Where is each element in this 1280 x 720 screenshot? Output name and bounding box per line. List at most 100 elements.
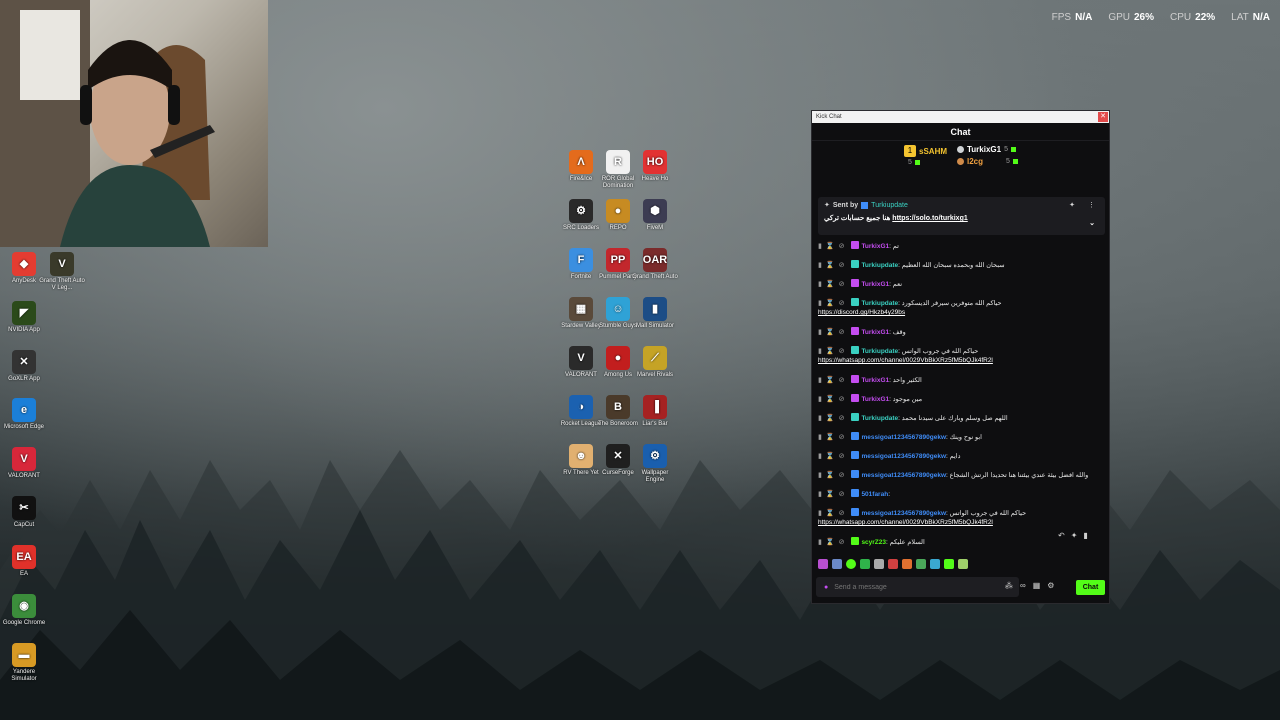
infinity-icon[interactable]: ∞ xyxy=(1020,581,1026,590)
chat-username[interactable]: Turkiupdate xyxy=(861,348,898,355)
desktop-icon[interactable]: EA EA xyxy=(1,545,47,578)
desktop-icon-label: FiveM xyxy=(646,225,664,231)
chat-username[interactable]: TurkixG1 xyxy=(861,281,889,288)
desktop-icon[interactable]: ⟋ Marvel Rivals xyxy=(632,346,678,379)
mod-tools-icon[interactable]: ▮⌛⊘ xyxy=(818,538,848,547)
delete-icon[interactable]: ▮ xyxy=(1083,531,1087,540)
emote[interactable] xyxy=(888,559,898,569)
emote[interactable] xyxy=(916,559,926,569)
close-icon[interactable]: ✕ xyxy=(1098,112,1108,122)
chat-message[interactable]: ▮⌛⊘ TurkixG1: الكثير واحد xyxy=(818,375,1105,385)
chat-username[interactable]: scyrZ23 xyxy=(861,539,886,546)
chat-message[interactable]: ▮⌛⊘ messigoat1234567890gekw: حياكم الله ف… xyxy=(818,508,1105,527)
emote[interactable] xyxy=(832,559,842,569)
pin-toggle-icon[interactable]: ✦ xyxy=(1069,201,1075,209)
desktop-icon[interactable]: ✕ GoXLR App xyxy=(1,350,47,383)
desktop-icon[interactable]: ▮ Mall Simulator xyxy=(632,297,678,330)
emote[interactable] xyxy=(902,559,912,569)
mod-tools-icon[interactable]: ▮⌛⊘ xyxy=(818,414,848,423)
chat-username[interactable]: TurkixG1 xyxy=(861,329,889,336)
chat-message[interactable]: ▮⌛⊘ 501farah: xyxy=(818,489,1105,499)
chat-message[interactable]: ▮⌛⊘ TurkixG1: مين موجود xyxy=(818,394,1105,404)
mod-tools-icon[interactable]: ▮⌛⊘ xyxy=(818,509,848,518)
desktop-icon[interactable]: ⬢ FiveM xyxy=(632,199,678,232)
desktop-icon[interactable]: ▐ Liar's Bar xyxy=(632,395,678,428)
mod-tools-icon[interactable]: ▮⌛⊘ xyxy=(818,261,848,270)
pinned-user[interactable]: Turkiupdate xyxy=(871,202,908,209)
emote[interactable] xyxy=(860,559,870,569)
pin-message-icon[interactable]: ✦ xyxy=(1071,531,1078,540)
chat-link[interactable]: https://whatsapp.com/channel/0029VbBkXRz… xyxy=(818,518,1105,527)
message-input[interactable] xyxy=(834,583,998,591)
mod-tools-icon[interactable]: ▮⌛⊘ xyxy=(818,471,848,480)
mod-tools-icon[interactable]: ▮⌛⊘ xyxy=(818,299,848,308)
mod-tools-icon[interactable]: ▮⌛⊘ xyxy=(818,347,848,356)
desktop-icon[interactable]: ✂ CapCut xyxy=(1,496,47,529)
emote[interactable] xyxy=(874,559,884,569)
leaderboard-first[interactable]: 1 sSAHM xyxy=(904,145,947,157)
desktop-icon[interactable]: ◉ Google Chrome xyxy=(1,594,47,627)
chat-message[interactable]: ▮⌛⊘ Turkiupdate: حياكم الله في جروب الوات… xyxy=(818,346,1105,365)
chat-username[interactable]: messigoat1234567890gekw xyxy=(861,434,946,441)
chat-messages[interactable]: ▮⌛⊘ TurkixG1: تم ▮⌛⊘ Turkiupdate: سبحان الل… xyxy=(818,241,1105,551)
mod-tools-icon[interactable]: ▮⌛⊘ xyxy=(818,376,848,385)
mod-tools-icon[interactable]: ▮⌛⊘ xyxy=(818,452,848,461)
chat-username[interactable]: Turkiupdate xyxy=(861,415,898,422)
emote[interactable] xyxy=(846,559,856,569)
chat-username[interactable]: TurkixG1 xyxy=(861,243,889,250)
emote[interactable] xyxy=(944,559,954,569)
more-options-icon[interactable]: ⋮ xyxy=(1088,201,1095,209)
desktop-icon[interactable]: e Microsoft Edge xyxy=(1,398,47,431)
chat-message[interactable]: ▮⌛⊘ messigoat1234567890gekw: دايم xyxy=(818,451,1105,461)
chat-username[interactable]: messigoat1234567890gekw xyxy=(861,453,946,460)
chat-message[interactable]: ▮⌛⊘ messigoat1234567890gekw: ابو نوح وينك xyxy=(818,432,1105,442)
mod-tools-icon[interactable]: ▮⌛⊘ xyxy=(818,280,848,289)
chat-username[interactable]: messigoat1234567890gekw xyxy=(861,472,946,479)
chat-username[interactable]: TurkixG1 xyxy=(861,377,889,384)
gift-icon xyxy=(1011,147,1016,152)
chat-username[interactable]: Turkiupdate xyxy=(861,300,898,307)
leaderboard-second[interactable]: TurkixG1 5 xyxy=(957,145,1016,154)
chat-username[interactable]: TurkixG1 xyxy=(861,396,889,403)
chat-username[interactable]: messigoat1234567890gekw xyxy=(861,510,946,517)
reply-icon[interactable]: ↶ xyxy=(1058,531,1065,540)
emote[interactable] xyxy=(958,559,968,569)
desktop-icon[interactable]: OAR Grand Theft Auto xyxy=(632,248,678,281)
chat-message[interactable]: ▮⌛⊘ TurkixG1: نعم xyxy=(818,279,1105,289)
leaderboard-third[interactable]: l2cg 5 xyxy=(957,157,1018,166)
mod-tools-icon[interactable]: ▮⌛⊘ xyxy=(818,395,848,404)
chat-username[interactable]: 501farah xyxy=(861,491,888,498)
chat-link[interactable]: https://whatsapp.com/channel/0029VbBkXRz… xyxy=(818,356,1105,365)
chat-message[interactable]: ▮⌛⊘ Turkiupdate: حياكم الله متوفرين سيرفر… xyxy=(818,298,1105,317)
user-badge-icon xyxy=(851,279,860,287)
pinned-link[interactable]: https://solo.to/turkixg1 xyxy=(892,215,967,222)
send-chat-button[interactable]: Chat xyxy=(1076,580,1105,595)
chat-message[interactable]: ▮⌛⊘ TurkixG1: وقف xyxy=(818,327,1105,337)
chat-message[interactable]: ▮⌛⊘ messigoat1234567890gekw: والله افضل ب… xyxy=(818,470,1105,480)
chat-username[interactable]: Turkiupdate xyxy=(861,262,898,269)
desktop-icon[interactable]: V Grand Theft Auto V Leg... xyxy=(39,252,85,292)
users-icon[interactable]: ⁂ xyxy=(1005,581,1013,590)
chevron-down-icon[interactable]: ⌄ xyxy=(1089,219,1095,227)
mod-tools-icon[interactable]: ▮⌛⊘ xyxy=(818,490,848,499)
mod-tools-icon[interactable]: ▮⌛⊘ xyxy=(818,328,848,337)
chat-message[interactable]: ▮⌛⊘ Turkiupdate: اللهم صل وسلم وبارك على … xyxy=(818,413,1105,423)
microphone-icon[interactable]: ● xyxy=(824,584,828,591)
store-icon[interactable]: ▦ xyxy=(1033,581,1041,590)
chat-message[interactable]: ▮⌛⊘ TurkixG1: تم xyxy=(818,241,1105,251)
desktop-icon[interactable]: HO Heave Ho xyxy=(632,150,678,183)
desktop-icon[interactable]: ◤ NVIDIA App xyxy=(1,301,47,334)
pinned-message[interactable]: ✦ Sent by Turkiupdate ✦ ⋮ هنا جميع حسابا… xyxy=(818,197,1105,235)
window-titlebar[interactable]: Kick Chat ✕ xyxy=(812,111,1109,123)
desktop-icon[interactable]: V VALORANT xyxy=(1,447,47,480)
chat-message[interactable]: ▮⌛⊘ Turkiupdate: سبحان الله وبحمده سبحان … xyxy=(818,260,1105,270)
emote[interactable] xyxy=(930,559,940,569)
message-input-bar[interactable]: ● ☺ xyxy=(816,577,1019,597)
emote[interactable] xyxy=(818,559,828,569)
desktop-icon[interactable]: ▬ Yandere Simulator xyxy=(1,643,47,683)
chat-link[interactable]: https://discord.gg/Hkzb4y29bs xyxy=(818,308,1105,317)
settings-gear-icon[interactable]: ⚙ xyxy=(1047,581,1054,590)
desktop-icon[interactable]: ⚙ Wallpaper Engine xyxy=(632,444,678,484)
mod-tools-icon[interactable]: ▮⌛⊘ xyxy=(818,433,848,442)
mod-tools-icon[interactable]: ▮⌛⊘ xyxy=(818,242,848,251)
